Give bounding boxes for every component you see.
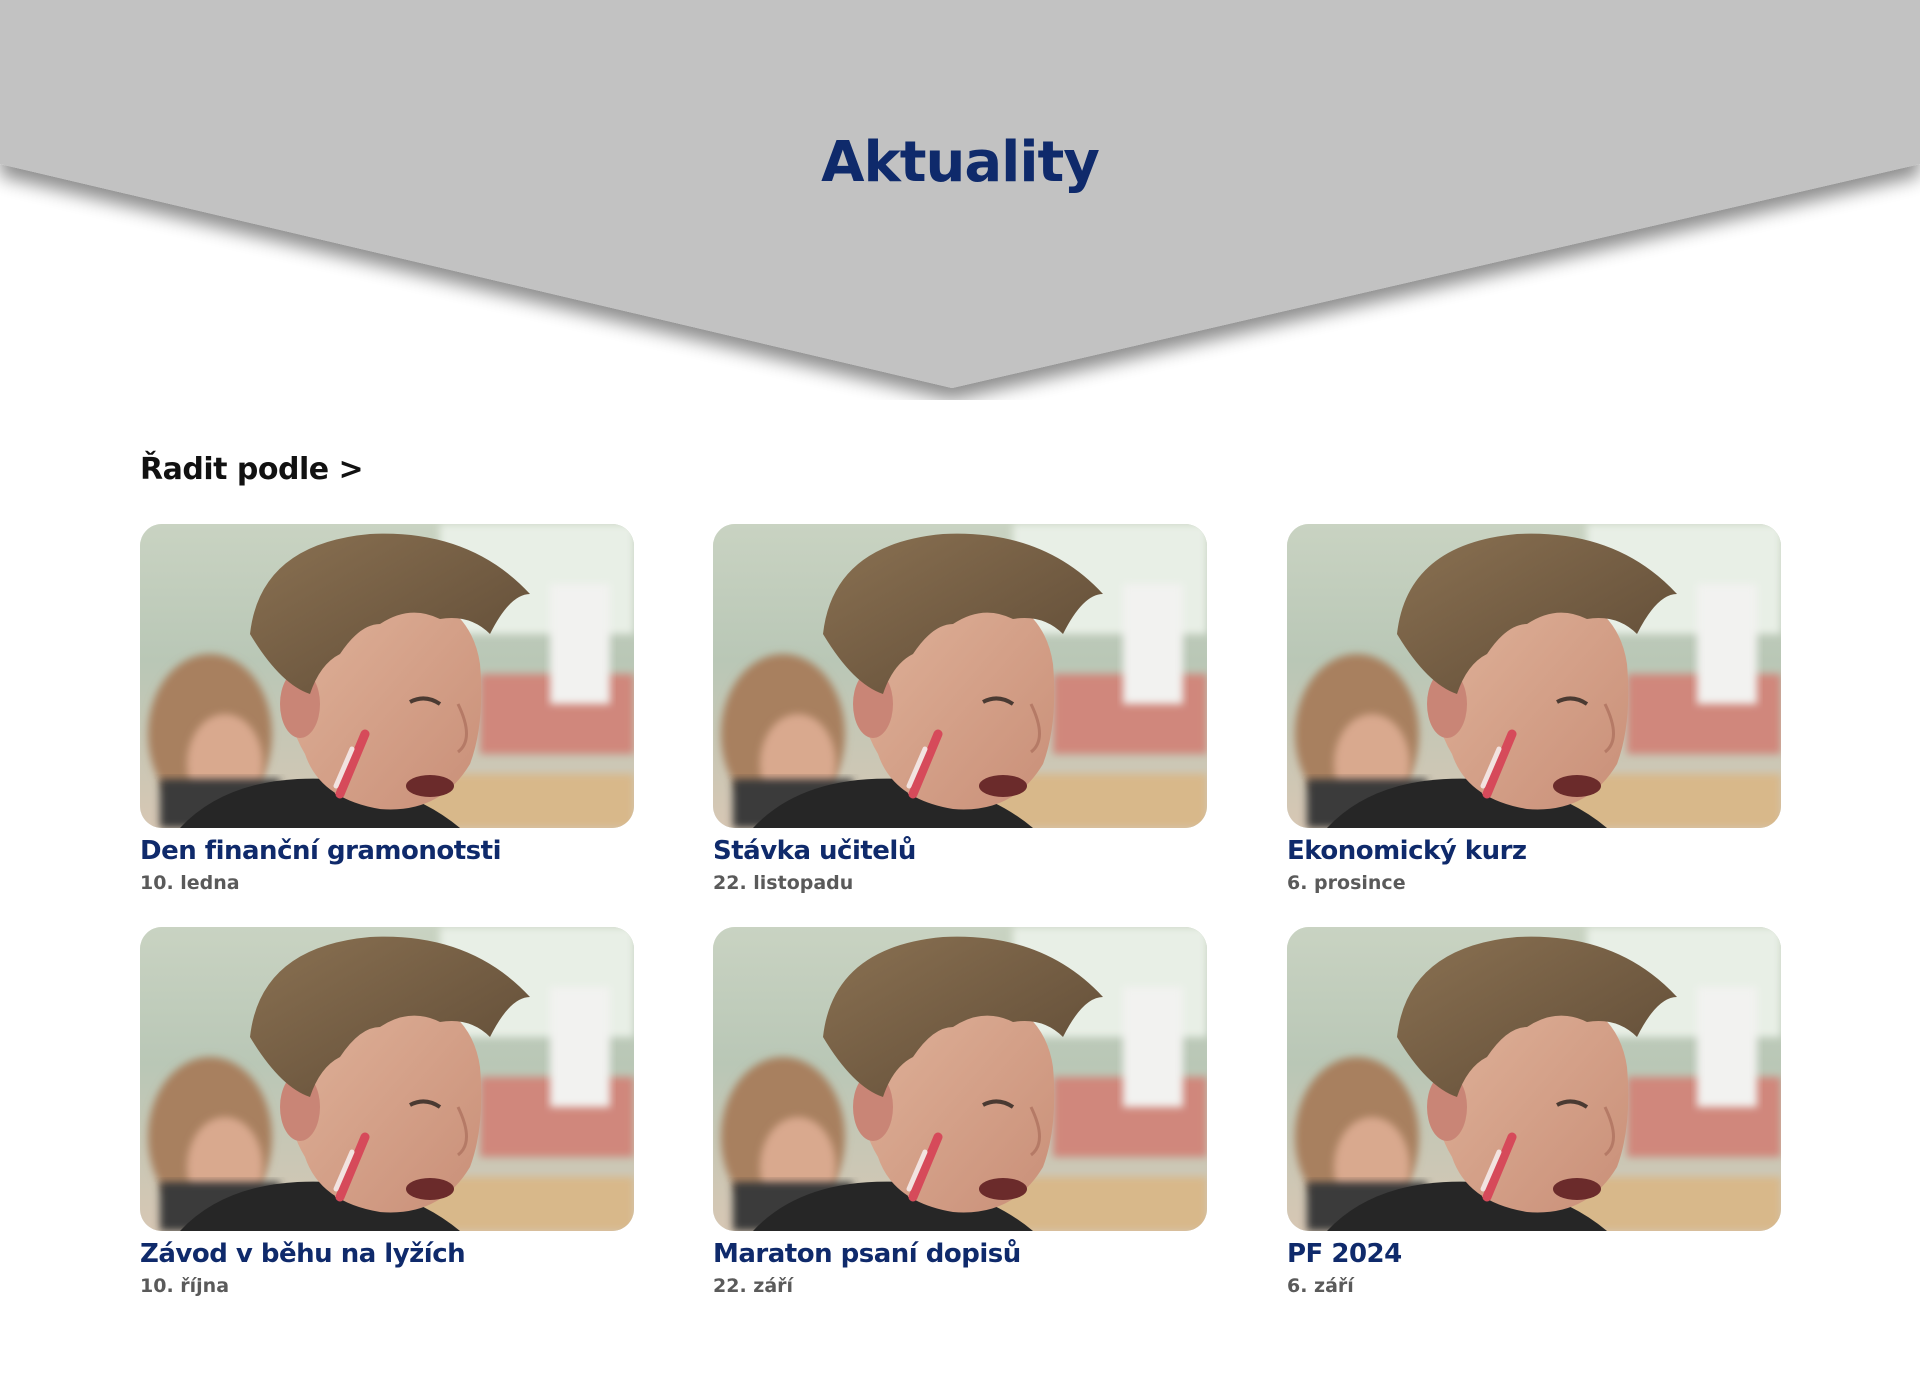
article-title[interactable]: Stávka učitelů bbox=[713, 836, 1207, 866]
hero-chevron-shape bbox=[0, 0, 1920, 388]
article-photo-icon bbox=[1287, 524, 1781, 828]
hero-banner: Aktuality bbox=[0, 0, 1920, 400]
article-photo-icon bbox=[1287, 927, 1781, 1231]
article-card[interactable]: Ekonomický kurz 6. prosince bbox=[1287, 524, 1781, 894]
article-title[interactable]: Maraton psaní dopisů bbox=[713, 1239, 1207, 1269]
article-date: 6. prosince bbox=[1287, 872, 1406, 894]
sort-by-link[interactable]: Řadit podle > bbox=[140, 452, 364, 487]
article-title[interactable]: Den finanční gramonotsti bbox=[140, 836, 634, 866]
article-date: 22. září bbox=[713, 1275, 794, 1297]
article-card[interactable]: Závod v běhu na lyžích 10. října bbox=[140, 927, 634, 1297]
article-card[interactable]: Den finanční gramonotsti 10. ledna bbox=[140, 524, 634, 894]
article-title[interactable]: Ekonomický kurz bbox=[1287, 836, 1781, 866]
article-title[interactable]: PF 2024 bbox=[1287, 1239, 1781, 1269]
article-photo-icon bbox=[140, 927, 634, 1231]
article-photo-icon bbox=[140, 524, 634, 828]
article-date: 10. října bbox=[140, 1275, 230, 1297]
article-title[interactable]: Závod v běhu na lyžích bbox=[140, 1239, 634, 1269]
article-card[interactable]: Maraton psaní dopisů 22. září bbox=[713, 927, 1207, 1297]
article-card[interactable]: Stávka učitelů 22. listopadu bbox=[713, 524, 1207, 894]
article-photo-icon bbox=[713, 524, 1207, 828]
page-title: Aktuality bbox=[821, 130, 1100, 195]
article-photo-icon bbox=[713, 927, 1207, 1231]
article-date: 10. ledna bbox=[140, 872, 240, 894]
article-card[interactable]: PF 2024 6. září bbox=[1287, 927, 1781, 1297]
article-date: 6. září bbox=[1287, 1275, 1354, 1297]
article-date: 22. listopadu bbox=[713, 872, 854, 894]
